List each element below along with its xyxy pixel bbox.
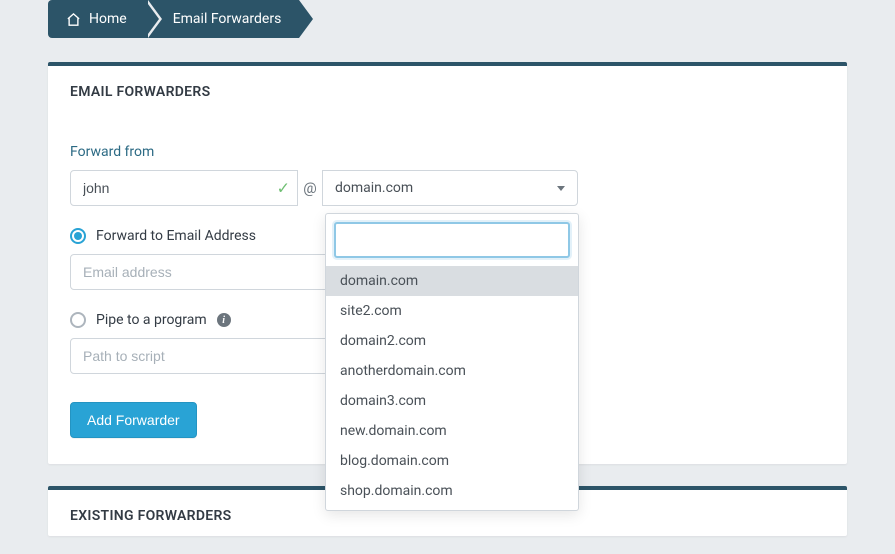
forward-from-label: Forward from [70,144,825,160]
at-sign: @ [298,170,322,206]
check-icon: ✓ [277,179,290,198]
radio-forward-to-email[interactable] [70,228,86,244]
radio-pipe-to-program-label: Pipe to a program [96,312,207,328]
home-icon [66,12,81,27]
chevron-down-icon [557,186,565,191]
panel-title: EMAIL FORWARDERS [48,66,847,112]
forward-from-row: ✓ @ domain.com [70,170,578,206]
info-icon[interactable]: i [217,313,231,327]
from-local-input[interactable] [70,170,298,206]
breadcrumb-home-label: Home [89,11,127,27]
from-local-wrap: ✓ [70,170,298,206]
domain-option[interactable]: shop.domain.com [326,476,578,506]
domain-option[interactable]: site2.com [326,296,578,326]
radio-pipe-to-program[interactable] [70,312,86,328]
domain-option[interactable]: anotherdomain.com [326,356,578,386]
domain-select[interactable]: domain.com [322,170,578,206]
breadcrumb-current-label: Email Forwarders [173,11,282,27]
domain-dropdown-popup: domain.com site2.com domain2.com another… [325,213,579,511]
domain-option[interactable]: new.domain.com [326,416,578,446]
breadcrumb-home[interactable]: Home [48,0,145,38]
domain-option[interactable]: domain.com [326,266,578,296]
add-forwarder-button[interactable]: Add Forwarder [70,402,197,438]
domain-dropdown-search[interactable] [334,222,570,258]
domain-dropdown-list: domain.com site2.com domain2.com another… [326,266,578,510]
breadcrumb-current[interactable]: Email Forwarders [145,0,300,38]
domain-option[interactable]: domain2.com [326,326,578,356]
domain-option[interactable]: domain3.com [326,386,578,416]
domain-selected-label: domain.com [335,180,413,196]
radio-forward-to-email-label: Forward to Email Address [96,228,256,244]
breadcrumb: Home Email Forwarders [48,0,895,38]
domain-option[interactable]: blog.domain.com [326,446,578,476]
